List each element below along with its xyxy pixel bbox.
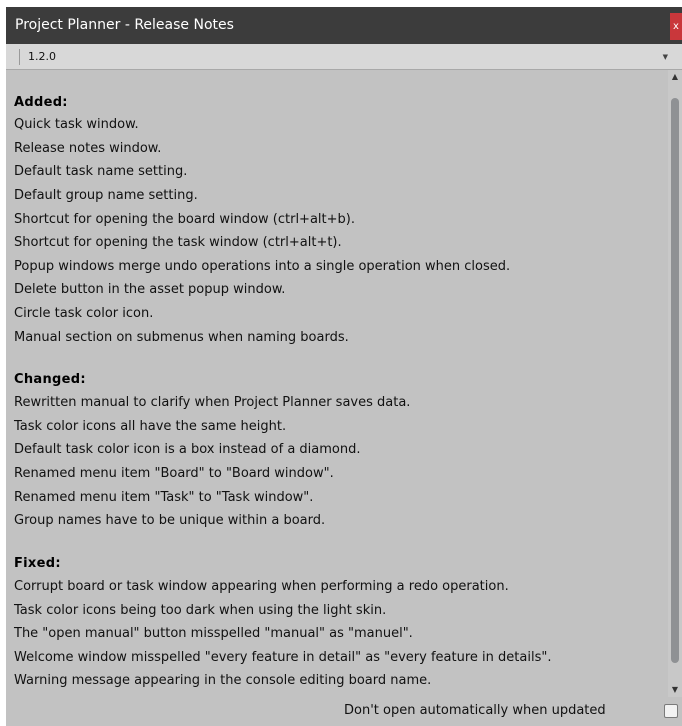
footer-bar: Don't open automatically when updated — [6, 697, 682, 726]
note-item: Welcome window misspelled "every feature… — [14, 650, 552, 665]
note-item: Shortcut for opening the task window (ct… — [14, 235, 342, 250]
scroll-down-arrow-icon[interactable]: ▼ — [670, 685, 680, 695]
note-item: Default task color icon is a box instead… — [14, 442, 361, 457]
section-title-fixed: Fixed: — [14, 556, 61, 571]
note-item: Delete button in the asset popup window. — [14, 282, 286, 297]
dropdown-arrow-icon: ▼ — [662, 53, 668, 61]
note-item: Task color icons all have the same heigh… — [14, 419, 287, 434]
section-title-added: Added: — [14, 95, 68, 110]
note-item: Group names have to be unique within a b… — [14, 513, 326, 528]
note-item: The "open manual" button misspelled "man… — [14, 626, 413, 641]
release-notes-content: Added: Quick task window. Release notes … — [6, 70, 668, 697]
note-item: Popup windows merge undo operations into… — [14, 259, 511, 274]
auto-open-checkbox[interactable] — [664, 704, 678, 718]
note-item: Task color icons being too dark when usi… — [14, 603, 387, 618]
note-item: Release notes window. — [14, 141, 162, 156]
title-bar[interactable]: Project Planner - Release Notes x — [6, 7, 682, 44]
note-item: Rewritten manual to clarify when Project… — [14, 395, 411, 410]
version-value: 1.2.0 — [28, 50, 56, 63]
vertical-scrollbar[interactable]: ▲ ▼ — [668, 70, 682, 697]
scroll-up-arrow-icon[interactable]: ▲ — [670, 72, 680, 82]
section-title-changed: Changed: — [14, 372, 86, 387]
note-item: Corrupt board or task window appearing w… — [14, 579, 509, 594]
note-item: Renamed menu item "Board" to "Board wind… — [14, 466, 334, 481]
note-item: Default group name setting. — [14, 188, 198, 203]
version-dropdown[interactable]: 1.2.0 ▼ — [19, 49, 670, 65]
note-item: Shortcut for opening the board window (c… — [14, 212, 355, 227]
note-item: Quick task window. — [14, 117, 139, 132]
release-notes-window: Project Planner - Release Notes x 1.2.0 … — [6, 7, 682, 726]
toolbar: 1.2.0 ▼ — [6, 44, 682, 70]
window-title: Project Planner - Release Notes — [15, 17, 234, 33]
close-button[interactable]: x — [670, 13, 682, 40]
note-item: Renamed menu item "Task" to "Task window… — [14, 490, 314, 505]
note-item: Default task name setting. — [14, 164, 188, 179]
note-item: Warning message appearing in the console… — [14, 673, 432, 688]
scroll-thumb[interactable] — [671, 98, 679, 663]
note-item: Circle task color icon. — [14, 306, 154, 321]
auto-open-label: Don't open automatically when updated — [344, 703, 606, 718]
note-item: Manual section on submenus when naming b… — [14, 330, 349, 345]
